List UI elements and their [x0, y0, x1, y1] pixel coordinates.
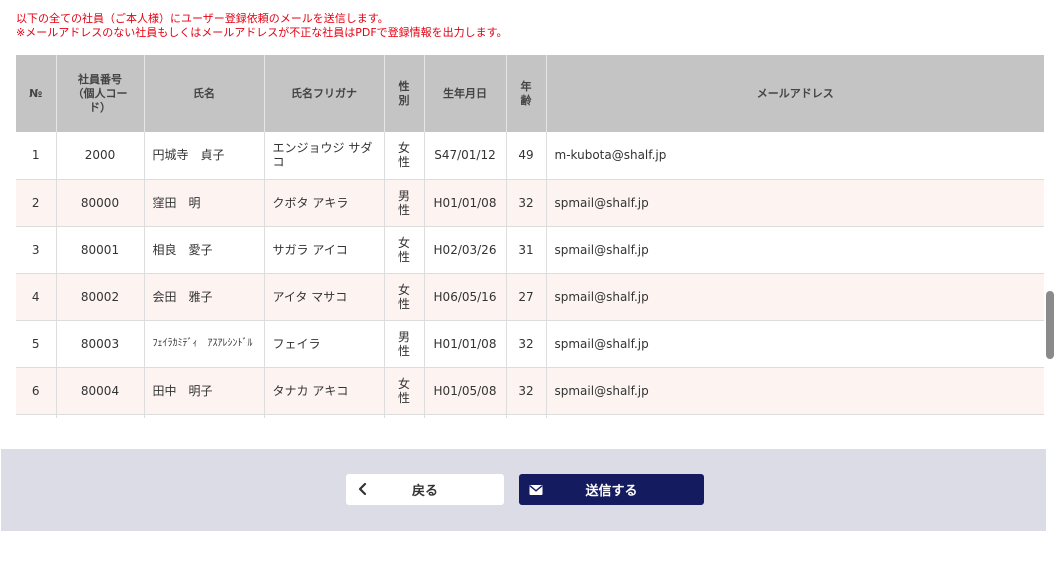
cell-no: 4 [16, 273, 57, 321]
cell-kana: エンジョウジ サダコ [264, 132, 385, 180]
cell-name: 円城寺 貞子 [144, 132, 265, 180]
cell-gender-label: 女性 [397, 141, 410, 170]
cell-age: 32 [506, 179, 547, 227]
cell-birthdate: H06/05/16 [424, 273, 507, 321]
table-row: 1 2000 円城寺 貞子 エンジョウジ サダコ 女性 S47/01/12 49… [16, 132, 1044, 180]
cell-kana: クボタ アキラ [264, 179, 385, 227]
cell-no: 5 [16, 320, 57, 368]
cell-gender-label: 男性 [397, 188, 410, 217]
cell-gender: 女性 [384, 273, 425, 321]
cell-age: 27 [506, 273, 547, 321]
cell-name: 窪田 明 [144, 179, 265, 227]
cell-gender-label: 女性 [397, 282, 410, 311]
cell-birthdate: H01/01/08 [424, 320, 507, 368]
cell-gender: 女性 [384, 367, 425, 415]
cell-gender: 女性 [384, 132, 425, 180]
cell-employee-no: 80003 [56, 320, 145, 368]
cell-employee-no: 80004 [56, 367, 145, 415]
cell-no [16, 414, 57, 418]
cell-kana [264, 414, 385, 418]
cell-name [144, 414, 265, 418]
cell-kana: フェイラ [264, 320, 385, 368]
header-email: メールアドレス [546, 55, 1044, 132]
header-employee-no-label: 社員番号（個人コード） [72, 72, 128, 114]
table-row: 2 80000 窪田 明 クボタ アキラ 男性 H01/01/08 32 spm… [16, 179, 1044, 227]
cell-gender-label: 女性 [397, 376, 410, 405]
cell-email: spmail@shalf.jp [546, 320, 1044, 368]
table-row [16, 414, 1044, 418]
cell-no: 6 [16, 367, 57, 415]
header-gender: 性別 [384, 55, 425, 132]
employee-table: № 社員番号（個人コード） 氏名 氏名フリガナ 性別 生年月日 年齢 メールアド… [16, 55, 1044, 418]
cell-gender: 女性 [384, 226, 425, 274]
back-button-label: 戻る [411, 484, 438, 499]
table-row: 3 80001 相良 愛子 サガラ アイコ 女性 H02/03/26 31 sp… [16, 226, 1044, 274]
cell-gender: 男性 [384, 179, 425, 227]
cell-gender-label: 男性 [397, 329, 410, 358]
cell-employee-no: 80000 [56, 179, 145, 227]
envelope-icon [529, 485, 543, 495]
cell-no: 3 [16, 226, 57, 274]
header-employee-no: 社員番号（個人コード） [56, 55, 145, 132]
cell-age: 32 [506, 367, 547, 415]
send-button[interactable]: 送信する [519, 474, 704, 505]
table-header-row: № 社員番号（個人コード） 氏名 氏名フリガナ 性別 生年月日 年齢 メールアド… [16, 55, 1044, 132]
scrollbar-thumb[interactable] [1046, 291, 1054, 359]
header-age: 年齢 [506, 55, 547, 132]
table-row: 4 80002 会田 雅子 アイタ マサコ 女性 H06/05/16 27 sp… [16, 273, 1044, 321]
header-kana: 氏名フリガナ [264, 55, 385, 132]
header-birthdate: 生年月日 [424, 55, 507, 132]
cell-birthdate: S47/01/12 [424, 132, 507, 180]
header-gender-label: 性別 [398, 79, 410, 107]
cell-no: 1 [16, 132, 57, 180]
header-age-label: 年齢 [520, 79, 532, 107]
cell-birthdate: H01/01/08 [424, 179, 507, 227]
cell-email: spmail@shalf.jp [546, 273, 1044, 321]
cell-name: 相良 愛子 [144, 226, 265, 274]
back-button[interactable]: 戻る [346, 474, 504, 505]
cell-age: 49 [506, 132, 547, 180]
chevron-left-icon [358, 482, 367, 496]
cell-age: 32 [506, 320, 547, 368]
cell-email: m-kubota@shalf.jp [546, 132, 1044, 180]
cell-employee-no: 2000 [56, 132, 145, 180]
cell-gender-label: 女性 [397, 235, 410, 264]
table-row: 5 80003 ﾌｪｲﾗｶﾐﾃﾞｨ ｱｽｱﾚｼﾝﾄﾞﾙ フェイラ 男性 H01/… [16, 320, 1044, 368]
cell-kana: アイタ マサコ [264, 273, 385, 321]
cell-email [546, 414, 1044, 418]
cell-email: spmail@shalf.jp [546, 226, 1044, 274]
notice-text: 以下の全ての社員（ご本人様）にユーザー登録依頼のメールを送信します。 ※メールア… [16, 12, 508, 40]
cell-gender: 男性 [384, 320, 425, 368]
cell-email: spmail@shalf.jp [546, 179, 1044, 227]
cell-birthdate: H02/03/26 [424, 226, 507, 274]
notice-line-2: ※メールアドレスのない社員もしくはメールアドレスが不正な社員はPDFで登録情報を… [16, 26, 508, 39]
footer-action-bar: 戻る 送信する [1, 449, 1046, 531]
cell-employee-no: 80002 [56, 273, 145, 321]
cell-age: 31 [506, 226, 547, 274]
header-no: № [16, 55, 57, 132]
header-name: 氏名 [144, 55, 265, 132]
employee-table-container[interactable]: № 社員番号（個人コード） 氏名 氏名フリガナ 性別 生年月日 年齢 メールアド… [16, 55, 1044, 418]
notice-line-1: 以下の全ての社員（ご本人様）にユーザー登録依頼のメールを送信します。 [16, 12, 389, 25]
cell-employee-no [56, 414, 145, 418]
cell-gender [384, 414, 425, 418]
cell-name: 会田 雅子 [144, 273, 265, 321]
cell-name: ﾌｪｲﾗｶﾐﾃﾞｨ ｱｽｱﾚｼﾝﾄﾞﾙ [144, 320, 265, 368]
cell-kana: サガラ アイコ [264, 226, 385, 274]
cell-no: 2 [16, 179, 57, 227]
table-row: 6 80004 田中 明子 タナカ アキコ 女性 H01/05/08 32 sp… [16, 367, 1044, 415]
cell-email: spmail@shalf.jp [546, 367, 1044, 415]
cell-birthdate: H01/05/08 [424, 367, 507, 415]
cell-employee-no: 80001 [56, 226, 145, 274]
cell-kana: タナカ アキコ [264, 367, 385, 415]
send-button-label: 送信する [585, 484, 638, 499]
cell-age [506, 414, 547, 418]
cell-birthdate [424, 414, 507, 418]
cell-name: 田中 明子 [144, 367, 265, 415]
